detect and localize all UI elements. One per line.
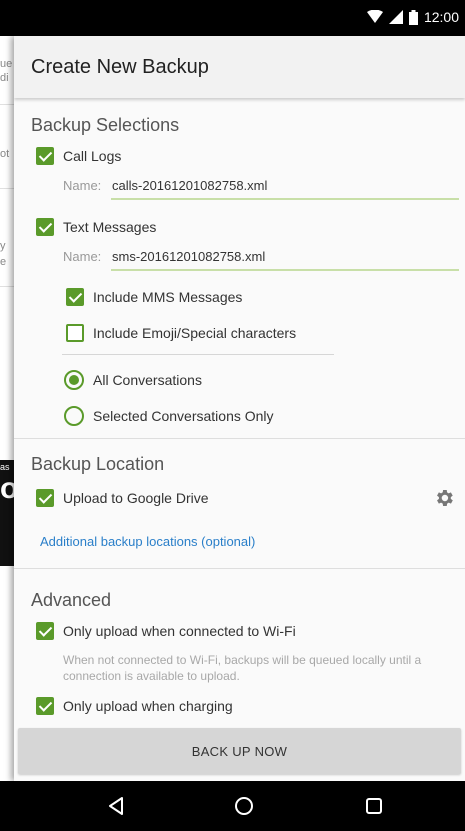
background-text: o [0,472,14,505]
charging-only-label[interactable]: Only upload when charging [63,698,233,714]
call-logs-checkbox[interactable] [36,147,54,165]
background-divider [0,104,14,105]
wifi-icon [366,10,383,23]
cell-signal-icon [388,10,403,24]
home-icon [235,797,253,815]
section-divider [14,568,465,569]
text-messages-filename-input[interactable]: sms-20161201082758.xml [112,249,265,264]
background-text: e [0,256,7,268]
dialog-header: Create New Backup [14,36,465,98]
background-text: ue [0,58,13,70]
text-messages-checkbox[interactable] [36,218,54,236]
call-logs-input-underline [111,198,459,200]
include-mms-label[interactable]: Include MMS Messages [93,289,242,305]
dialog-title: Create New Backup [31,56,209,78]
background-text: y [0,240,6,252]
wifi-hint-text: When not connected to Wi-Fi, backups wil… [63,653,422,683]
home-button[interactable] [232,796,256,816]
include-mms-checkbox[interactable] [66,288,84,306]
background-text: di [0,72,9,84]
wifi-only-checkbox[interactable] [36,622,54,640]
additional-locations-link[interactable]: Additional backup locations (optional) [40,534,255,549]
wifi-only-label[interactable]: Only upload when connected to Wi-Fi [63,623,296,639]
backup-location-heading: Backup Location [31,454,165,474]
options-divider [62,354,334,355]
section-divider [14,438,465,439]
selected-conversations-radio[interactable] [64,406,84,426]
include-emoji-label[interactable]: Include Emoji/Special characters [93,325,296,341]
all-conversations-radio[interactable] [64,370,84,390]
back-button[interactable] [104,796,128,816]
text-messages-label[interactable]: Text Messages [63,219,156,235]
all-conversations-label[interactable]: All Conversations [93,372,202,388]
google-drive-label[interactable]: Upload to Google Drive [63,490,209,506]
status-time: 12:00 [423,9,459,25]
charging-only-checkbox[interactable] [36,697,54,715]
advanced-heading: Advanced [31,590,112,610]
background-text: as [0,462,10,472]
back-up-now-button[interactable]: BACK UP NOW [18,728,461,774]
create-backup-dialog: Create New Backup Backup Selections Call… [14,36,465,781]
text-messages-input-underline [111,269,459,271]
call-logs-filename-input[interactable]: calls-20161201082758.xml [112,178,267,193]
battery-icon [408,9,418,25]
background-app: ue di ot y e as o [0,0,14,831]
back-icon [109,797,123,815]
text-messages-name-prefix: Name: [63,249,102,264]
call-logs-label[interactable]: Call Logs [63,148,121,164]
recents-icon [366,798,382,814]
selected-conversations-label[interactable]: Selected Conversations Only [93,408,274,424]
status-bar: 12:00 [14,0,465,36]
google-drive-checkbox[interactable] [36,489,54,507]
background-text: ot [0,148,10,160]
backup-selections-heading: Backup Selections [31,115,180,135]
include-emoji-checkbox[interactable] [66,324,84,342]
background-status-strip [0,0,14,36]
call-logs-name-prefix: Name: [63,178,102,193]
background-divider [0,286,14,287]
background-divider [0,188,14,189]
navigation-bar [0,781,465,831]
gear-icon[interactable] [433,487,455,509]
recents-button[interactable] [362,796,386,816]
